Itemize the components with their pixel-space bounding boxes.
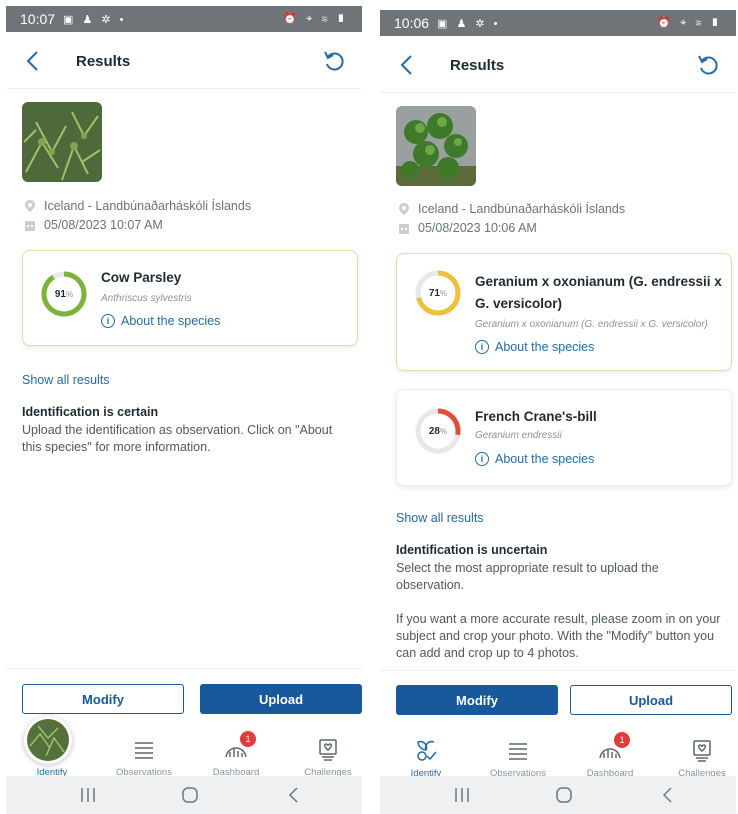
page-title: Results <box>76 52 131 70</box>
species-name: Geranium x oxonianum (G. endressii x G. … <box>475 274 722 311</box>
species-latin-name: Anthriscus sylvestris <box>101 293 192 304</box>
percent-sign: % <box>66 289 74 299</box>
appbar-divider <box>380 92 736 93</box>
location-row: Iceland - Landbúnaðarháskóli Íslands <box>396 201 625 217</box>
result-card[interactable]: 91% Cow Parsley Anthriscus sylvestris i … <box>22 250 358 346</box>
location-row: Iceland - Landbúnaðarháskóli Íslands <box>22 198 251 214</box>
location-text: Iceland - Landbúnaðarháskóli Íslands <box>418 202 626 216</box>
identify-icon <box>24 716 72 764</box>
datetime-text: 05/08/2023 10:07 AM <box>44 218 163 232</box>
confidence-gauge: 71% <box>413 268 463 318</box>
datetime-row: 05/08/2023 10:06 AM <box>396 220 537 236</box>
app-bar: Results <box>6 38 362 84</box>
identify-photo-button[interactable] <box>24 716 72 764</box>
status-bar: 10:07 ▣ ♟ ✲ • ⏰ ⌖ ≋ ▮ <box>6 6 362 32</box>
result-card[interactable]: 71% Geranium x oxonianum (G. endressii x… <box>396 253 732 371</box>
about-species-link[interactable]: i About the species <box>101 314 220 328</box>
back-chevron-icon[interactable] <box>20 46 44 76</box>
refresh-icon[interactable] <box>694 50 722 80</box>
location-text: Iceland - Landbúnaðarháskóli Íslands <box>44 199 252 213</box>
calendar-icon <box>22 217 38 233</box>
recents-icon[interactable] <box>450 784 474 806</box>
show-all-results-link[interactable]: Show all results <box>396 511 484 525</box>
page-title: Results <box>450 56 505 74</box>
system-status-icons: ⏰ ⌖ ≋ ▮ <box>657 17 722 29</box>
system-navigation-bar <box>380 776 736 814</box>
bottom-divider <box>380 670 736 671</box>
system-navigation-bar <box>6 776 362 814</box>
species-name: French Crane's-bill <box>475 409 597 424</box>
challenges-icon <box>319 739 337 761</box>
system-status-icons: ⏰ ⌖ ≋ ▮ <box>283 13 348 25</box>
location-pin-icon <box>396 201 412 217</box>
datetime-text: 05/08/2023 10:06 AM <box>418 221 537 235</box>
species-latin-name: Geranium x oxonianum (G. endressii x G. … <box>475 319 708 330</box>
status-bar: 10:06 ▣ ♟ ✲ • ⏰ ⌖ ≋ ▮ <box>380 10 736 36</box>
refresh-icon[interactable] <box>320 46 348 76</box>
identify-icon <box>417 740 437 761</box>
about-species-link[interactable]: i About the species <box>475 452 594 466</box>
modify-button[interactable]: Modify <box>396 685 558 715</box>
about-species-link[interactable]: i About the species <box>475 340 594 354</box>
appbar-divider <box>6 88 362 89</box>
home-icon[interactable] <box>552 784 576 806</box>
species-name: Cow Parsley <box>101 270 182 285</box>
modify-button[interactable]: Modify <box>22 684 184 714</box>
system-back-icon[interactable] <box>656 784 680 806</box>
results-screen-left: 10:07 ▣ ♟ ✲ • ⏰ ⌖ ≋ ▮ Results Iceland - … <box>6 0 362 814</box>
about-species-label: About the species <box>121 314 221 328</box>
info-icon: i <box>475 340 489 354</box>
notification-icons: ▣ ♟ ✲ • <box>437 17 501 30</box>
confidence-value: 28 <box>428 425 440 437</box>
app-bar: Results <box>380 42 736 88</box>
dashboard-badge: 1 <box>614 732 630 748</box>
identification-status-title: Identification is uncertain <box>396 543 548 557</box>
identification-status-text: Select the most appropriate result to up… <box>396 561 659 592</box>
percent-sign: % <box>440 288 448 298</box>
challenges-icon <box>693 740 711 762</box>
results-screen-right: 10:06 ▣ ♟ ✲ • ⏰ ⌖ ≋ ▮ Results Iceland - … <box>380 0 736 814</box>
observation-photo <box>396 106 476 186</box>
info-icon: i <box>475 452 489 466</box>
system-back-icon[interactable] <box>282 784 306 806</box>
identification-status-title: Identification is certain <box>22 405 159 419</box>
observations-icon <box>509 743 527 760</box>
status-time: 10:07 <box>20 11 56 27</box>
home-icon[interactable] <box>178 784 202 806</box>
confidence-gauge: 28% <box>413 406 463 456</box>
observations-icon <box>135 742 153 759</box>
calendar-icon <box>396 220 412 236</box>
datetime-row: 05/08/2023 10:07 AM <box>22 217 163 233</box>
percent-sign: % <box>440 426 448 436</box>
back-chevron-icon[interactable] <box>394 50 418 80</box>
about-species-label: About the species <box>495 452 595 466</box>
location-pin-icon <box>22 198 38 214</box>
confidence-gauge: 91% <box>39 269 89 319</box>
about-species-label: About the species <box>495 340 595 354</box>
upload-button[interactable]: Upload <box>200 684 362 714</box>
info-icon: i <box>101 314 115 328</box>
upload-button[interactable]: Upload <box>570 685 732 715</box>
identification-status-text: Upload the identification as observation… <box>22 423 333 454</box>
identification-advice-text: If you want a more accurate result, plea… <box>396 612 721 660</box>
dashboard-badge: 1 <box>240 731 256 747</box>
bottom-divider <box>6 668 362 669</box>
recents-icon[interactable] <box>76 784 100 806</box>
species-latin-name: Geranium endressii <box>475 430 562 441</box>
show-all-results-link[interactable]: Show all results <box>22 373 110 387</box>
confidence-value: 71 <box>428 287 440 299</box>
status-time: 10:06 <box>394 15 430 31</box>
observation-photo <box>22 102 102 182</box>
notification-icons: ▣ ♟ ✲ • <box>63 13 127 26</box>
confidence-value: 91 <box>54 288 66 300</box>
result-card[interactable]: 28% French Crane's-bill Geranium endress… <box>396 389 732 486</box>
